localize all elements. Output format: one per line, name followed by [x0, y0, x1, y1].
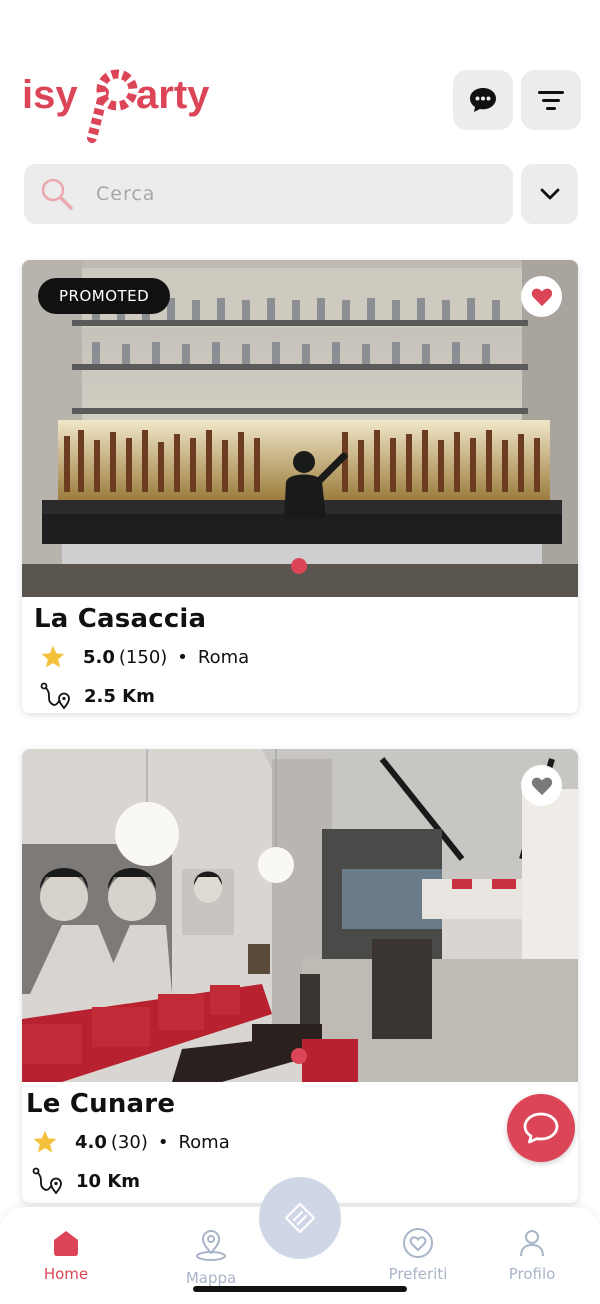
- venue-name: La Casaccia: [34, 604, 207, 634]
- tab-profilo[interactable]: Profilo: [482, 1227, 582, 1283]
- chat-bubble-icon: [470, 88, 496, 112]
- venue-city: Roma: [178, 1131, 230, 1153]
- route-icon: [40, 682, 70, 710]
- venue-distance-row: 2.5 Km: [34, 682, 566, 710]
- venue-rating-row: 4.0 (30) • Roma: [26, 1129, 566, 1155]
- review-count: (30): [110, 1131, 148, 1153]
- rating-value: 4.0: [75, 1131, 107, 1153]
- tab-label: Preferiti: [388, 1265, 448, 1283]
- rating-value: 5.0: [83, 646, 115, 668]
- carousel-dot: [291, 558, 307, 574]
- heart-filled-icon: [531, 288, 552, 306]
- favorite-button[interactable]: [521, 276, 562, 317]
- route-icon: [32, 1167, 62, 1195]
- tab-label: Mappa: [185, 1269, 237, 1287]
- venue-card[interactable]: PROMOTED La Casaccia 5.0 (150) • Roma 2.…: [22, 260, 578, 713]
- map-pin-icon: [196, 1230, 226, 1261]
- review-count: (150): [118, 646, 168, 668]
- venue-distance: 10 Km: [76, 1170, 141, 1192]
- svg-text:isy: isy: [22, 73, 78, 117]
- tab-preferiti[interactable]: Preferiti: [368, 1227, 468, 1283]
- filter-button[interactable]: [521, 70, 581, 130]
- ticket-icon: [284, 1202, 316, 1234]
- venue-photo[interactable]: PROMOTED: [22, 260, 578, 597]
- promoted-badge: PROMOTED: [38, 278, 171, 314]
- heart-icon: [403, 1228, 433, 1258]
- home-icon: [54, 1231, 78, 1256]
- venue-city: Roma: [197, 646, 250, 668]
- svg-text:arty: arty: [136, 73, 210, 117]
- separator: •: [157, 1131, 169, 1153]
- star-icon: [33, 1130, 57, 1153]
- tab-label: Home: [43, 1265, 89, 1283]
- search-dropdown-button[interactable]: [521, 164, 578, 224]
- venue-distance: 2.5 Km: [84, 685, 155, 707]
- venue-rating-row: 5.0 (150) • Roma: [34, 644, 566, 670]
- center-action-button[interactable]: [259, 1177, 341, 1259]
- search-input[interactable]: [96, 183, 456, 205]
- user-icon: [520, 1230, 544, 1257]
- tab-home[interactable]: Home: [16, 1227, 116, 1283]
- chat-button[interactable]: [453, 70, 513, 130]
- chevron-down-icon: [540, 188, 559, 200]
- venue-photo[interactable]: [22, 749, 578, 1082]
- heart-icon: [531, 777, 552, 795]
- separator: •: [177, 646, 188, 668]
- favorite-button[interactable]: [521, 765, 562, 806]
- filter-lines-icon: [538, 91, 564, 110]
- tab-label: Profilo: [508, 1265, 556, 1283]
- app-logo: isy arty: [22, 66, 222, 146]
- venue-card[interactable]: Le Cunare 4.0 (30) • Roma 10 Km: [22, 749, 578, 1203]
- chat-bubble-icon: [523, 1112, 559, 1144]
- search-icon: [41, 178, 73, 210]
- tab-mappa[interactable]: Mappa: [161, 1227, 261, 1287]
- search-bar[interactable]: [24, 164, 513, 224]
- chat-fab-button[interactable]: [507, 1094, 575, 1162]
- star-icon: [41, 645, 65, 668]
- carousel-dot: [291, 1048, 307, 1064]
- venue-name: Le Cunare: [26, 1089, 176, 1119]
- home-indicator: [193, 1286, 407, 1292]
